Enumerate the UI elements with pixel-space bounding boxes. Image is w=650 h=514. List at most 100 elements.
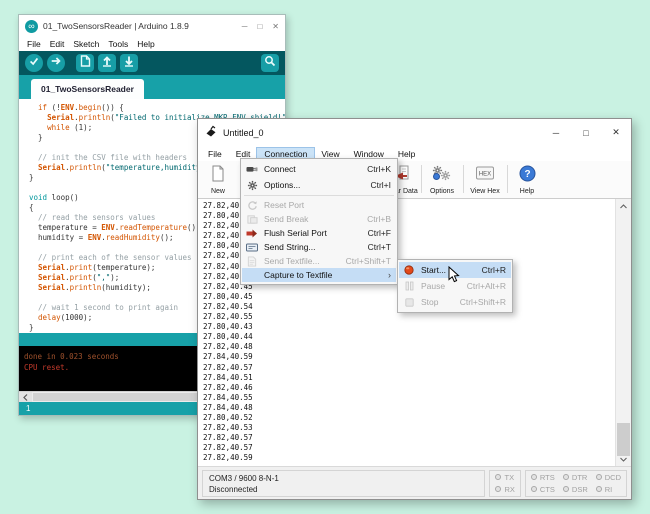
coolterm-menu-file[interactable]: File [201, 148, 229, 160]
led-ri: RI [596, 485, 621, 494]
led-label: DSR [572, 485, 588, 494]
serial-monitor-button[interactable] [261, 54, 279, 72]
menu-item-shortcut: Ctrl+Shift+R [460, 297, 506, 307]
menu-item-capture-to-textfile[interactable]: Capture to Textfile› [242, 268, 396, 282]
arduino-toolbar [19, 51, 285, 75]
menu-item-shortcut: Ctrl+T [368, 242, 391, 252]
connection-info-panel: COM3 / 9600 8-N-1 Disconnected [202, 470, 485, 497]
menu-item-shortcut: Ctrl+I [370, 180, 391, 190]
minimize-icon[interactable]: ─ [242, 22, 248, 31]
close-icon[interactable]: ✕ [601, 119, 631, 146]
arduino-menu-sketch[interactable]: Sketch [73, 39, 99, 49]
line-number: 1 [26, 404, 30, 413]
toolbar-separator [507, 165, 508, 193]
save-sketch-icon [123, 54, 135, 72]
open-sketch-icon [101, 54, 113, 72]
led-dot-icon [596, 474, 602, 480]
menu-item-shortcut: Ctrl+R [482, 265, 506, 275]
menu-item-flush-serial-port[interactable]: Flush Serial PortCtrl+F [242, 226, 396, 240]
verify-icon [28, 54, 40, 72]
toolbar-button-view-hex[interactable]: HEXView Hex [465, 163, 505, 196]
scroll-left-icon[interactable] [19, 392, 32, 402]
arduino-tabbar: 01_TwoSensorsReader [19, 75, 285, 99]
led-dsr: DSR [563, 485, 588, 494]
verify-button[interactable] [25, 54, 43, 72]
maximize-icon[interactable]: □ [571, 119, 601, 146]
view-hex-icon: HEX [475, 165, 495, 183]
submenu-arrow-icon: › [388, 270, 391, 280]
upload-button[interactable] [47, 54, 65, 72]
options-gears-icon [432, 165, 452, 182]
upload-icon [50, 54, 62, 72]
mouse-cursor [448, 266, 460, 289]
led-label: RTS [540, 473, 555, 482]
led-label: TX [504, 473, 514, 482]
coolterm-window-title: Untitled_0 [223, 128, 264, 138]
toolbar-button-label: New [211, 188, 225, 195]
menu-item-shortcut: Ctrl+Alt+R [467, 281, 506, 291]
stop-icon [402, 298, 416, 307]
handshake-column: DCDRI [596, 473, 621, 494]
toolbar-button-help[interactable]: ? Help [509, 163, 545, 196]
connect-icon [245, 164, 259, 175]
help-circle-icon: ? [519, 165, 536, 184]
code-line: if (!ENV.begin()) { [29, 103, 285, 113]
menu-item-send-string[interactable]: Send String...Ctrl+T [242, 240, 396, 254]
svg-text:HEX: HEX [479, 172, 491, 178]
minimize-icon[interactable]: ─ [541, 119, 571, 146]
led-label: CTS [540, 485, 555, 494]
scroll-up-icon[interactable] [616, 199, 631, 213]
menu-item-label: Options... [259, 180, 370, 190]
open-sketch-button[interactable] [98, 54, 116, 72]
toolbar-button-options[interactable]: Options [423, 163, 461, 196]
toolbar-button-new[interactable]: New [201, 163, 235, 196]
led-dot-icon [563, 474, 569, 480]
led-dot-icon [531, 474, 537, 480]
desktop-background: ∞ 01_TwoSensorsReader | Arduino 1.8.9 ─ … [0, 0, 650, 514]
arduino-menu-tools[interactable]: Tools [108, 39, 128, 49]
menu-item-shortcut: Ctrl+Shift+T [346, 256, 391, 266]
menu-item-label: Flush Serial Port [259, 228, 368, 238]
scroll-down-icon[interactable] [616, 452, 631, 466]
arduino-menu-file[interactable]: File [27, 39, 41, 49]
led-dot-icon [596, 486, 602, 492]
menu-item-send-textfile: Send Textfile...Ctrl+Shift+T [242, 254, 396, 268]
terminal-vertical-scrollbar[interactable] [615, 199, 631, 466]
arduino-menu-help[interactable]: Help [137, 39, 154, 49]
menu-item-options[interactable]: Options...Ctrl+I [242, 177, 396, 193]
menu-item-shortcut: Ctrl+K [367, 164, 391, 174]
led-label: RX [504, 485, 514, 494]
pause-icon [402, 281, 416, 291]
sketch-tab[interactable]: 01_TwoSensorsReader [31, 79, 144, 99]
txrx-indicator-panel: TX RX [489, 470, 520, 497]
close-icon[interactable]: ✕ [272, 22, 279, 31]
led-dtr: DTR [563, 473, 588, 482]
port-settings: COM3 / 9600 8-N-1 [209, 473, 478, 484]
menu-item-send-break: Send BreakCtrl+B [242, 212, 396, 226]
new-sketch-icon [80, 54, 91, 72]
led-cts: CTS [531, 485, 555, 494]
handshake-indicator-panel: RTS CTS DTR DSR DCDRI [525, 470, 627, 497]
save-sketch-button[interactable] [120, 54, 138, 72]
toolbar-separator [421, 165, 422, 193]
menu-item-label: Send Textfile... [259, 256, 346, 266]
txrx-column: TX RX [495, 473, 514, 494]
coolterm-titlebar[interactable]: Untitled_0 ─ □ ✕ [198, 119, 631, 146]
toolbar-button-label: Help [520, 188, 534, 195]
toolbar-button-label: Options [430, 188, 454, 195]
led-rx: RX [495, 485, 514, 494]
arduino-app-icon: ∞ [25, 20, 38, 33]
arduino-titlebar[interactable]: ∞ 01_TwoSensorsReader | Arduino 1.8.9 ─ … [19, 15, 285, 37]
maximize-icon[interactable]: □ [257, 22, 262, 31]
menu-item-connect[interactable]: ConnectCtrl+K [242, 161, 396, 177]
arduino-menu-edit[interactable]: Edit [50, 39, 65, 49]
menu-item-shortcut: Ctrl+F [368, 228, 391, 238]
new-sketch-button[interactable] [76, 54, 94, 72]
led-dot-icon [495, 486, 501, 492]
menu-separator [244, 195, 394, 196]
led-tx: TX [495, 473, 514, 482]
led-dot-icon [563, 486, 569, 492]
menu-item-label: Send Break [259, 214, 367, 224]
serial-monitor-icon [264, 54, 276, 72]
arduino-window-title: 01_TwoSensorsReader | Arduino 1.8.9 [43, 21, 237, 31]
